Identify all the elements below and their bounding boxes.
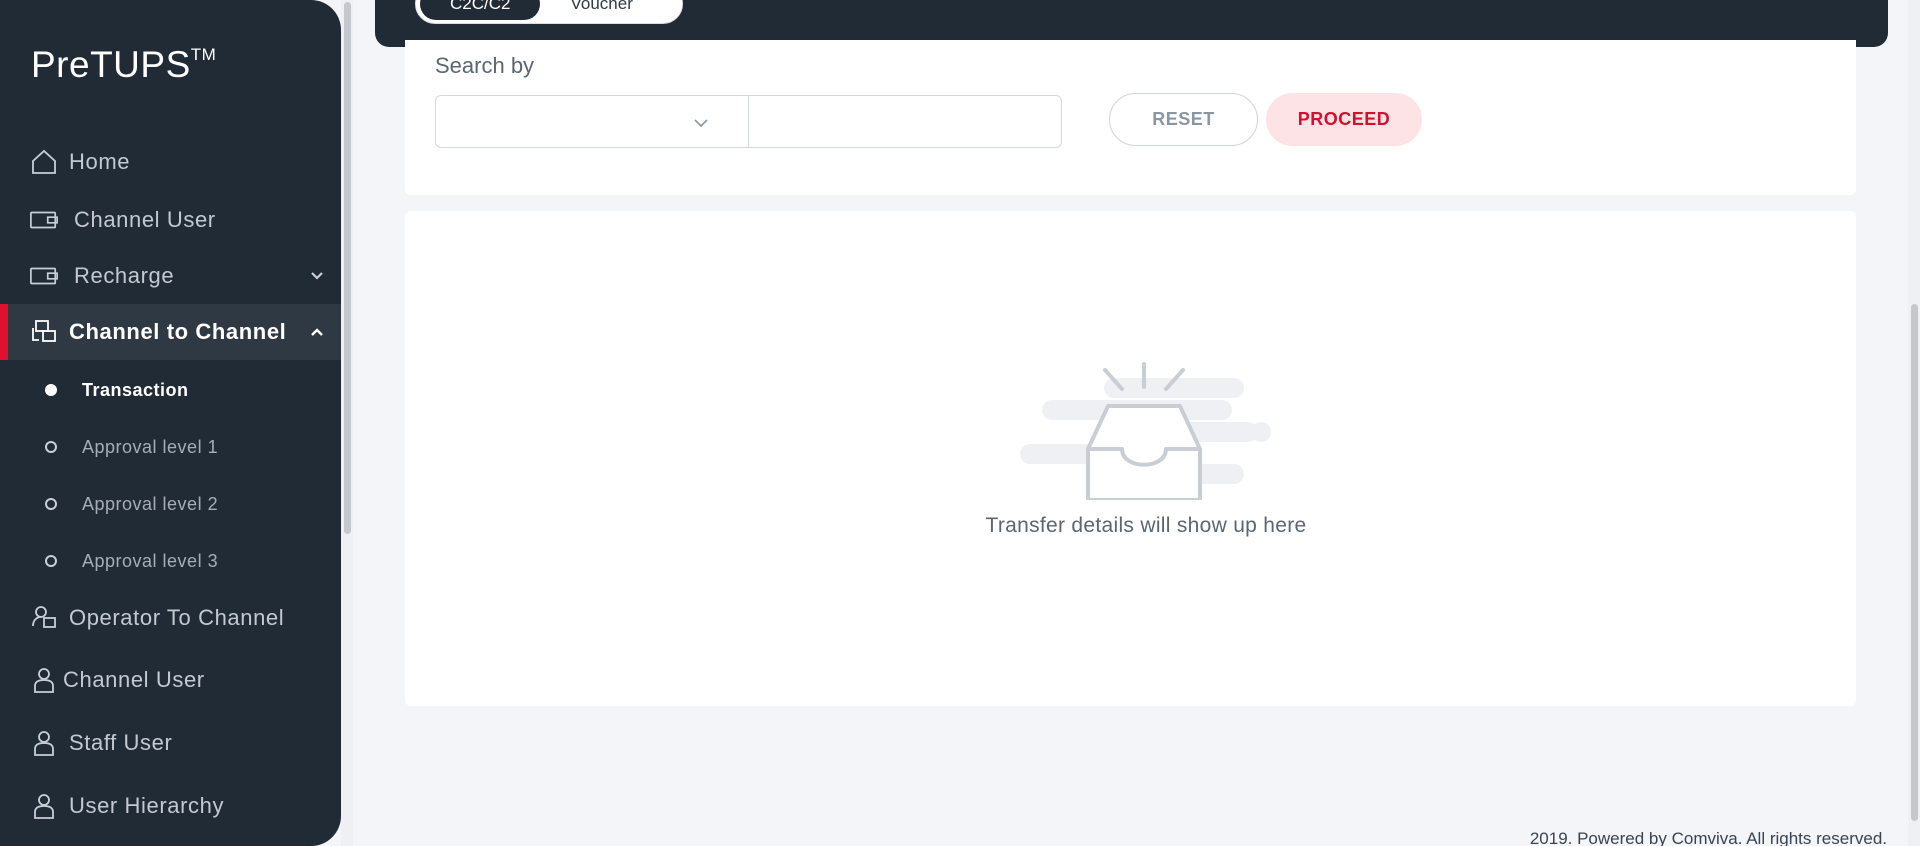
sidebar-item-label: Staff User	[69, 730, 173, 755]
search-by-label: Search by	[435, 53, 535, 78]
sidebar-item-label: Channel User	[74, 207, 216, 232]
brand-trademark: TM	[190, 44, 217, 64]
empty-state-message: Transfer details will show up here	[985, 514, 1307, 537]
sidebar-item-channel-user[interactable]: Channel User	[0, 192, 341, 248]
toggle-option-c2c[interactable]: C2C/C2	[420, 0, 541, 20]
brand-name: PreTUPS	[31, 44, 191, 85]
operator-transfer-icon	[29, 603, 59, 633]
user-icon	[29, 665, 59, 695]
sidebar-item-label: User Hierarchy	[69, 793, 225, 818]
sidebar-item-home[interactable]: Home	[0, 134, 341, 190]
sidebar-item-channel-to-channel[interactable]: Channel to Channel	[0, 304, 341, 360]
wallet-icon	[29, 261, 59, 291]
sidebar-subitem-label: Transaction	[82, 379, 189, 400]
sidebar-subitem-label: Approval level 1	[82, 436, 219, 457]
sidebar: PreTUPSTM Home Channel User Recharge Cha…	[0, 0, 341, 846]
chevron-down-icon	[692, 114, 710, 132]
sidebar-item-user-hierarchy[interactable]: User Hierarchy	[0, 778, 341, 834]
user-icon	[29, 791, 59, 821]
bullet-icon	[45, 555, 57, 567]
sidebar-scrollbar-thumb[interactable]	[344, 2, 351, 534]
sidebar-item-label: Operator To Channel	[69, 605, 285, 630]
bullet-icon	[45, 441, 57, 453]
sidebar-subitem-approval-level-2[interactable]: Approval level 2	[0, 484, 341, 524]
sidebar-item-operator-to-channel[interactable]: Operator To Channel	[0, 590, 341, 646]
brand-logo[interactable]: PreTUPSTM	[31, 44, 216, 86]
wallet-icon	[29, 205, 59, 235]
chevron-up-icon	[309, 324, 325, 340]
sidebar-item-staff-user[interactable]: Staff User	[0, 715, 341, 771]
bullet-icon	[45, 384, 57, 396]
sidebar-item-label: Recharge	[74, 263, 175, 288]
transfer-icon	[29, 317, 59, 347]
empty-inbox-icon	[1018, 358, 1276, 502]
home-icon	[29, 147, 59, 177]
sidebar-subitem-label: Approval level 2	[82, 493, 219, 514]
sidebar-item-label: Home	[69, 149, 131, 174]
bullet-icon	[45, 498, 57, 510]
footer-copyright: 2019. Powered by Comviva. All rights res…	[1529, 829, 1887, 846]
search-input[interactable]	[748, 95, 1062, 148]
reset-button[interactable]: RESET	[1109, 93, 1258, 146]
sidebar-subitem-approval-level-1[interactable]: Approval level 1	[0, 427, 341, 467]
chevron-down-icon	[309, 268, 325, 284]
sidebar-item-label: Channel User	[63, 667, 205, 692]
sidebar-item-label: Channel to Channel	[69, 319, 287, 344]
sidebar-item-recharge[interactable]: Recharge	[0, 248, 341, 304]
sidebar-subitem-transaction[interactable]: Transaction	[0, 370, 341, 410]
search-by-select[interactable]	[435, 95, 749, 148]
sidebar-subitem-label: Approval level 3	[82, 550, 219, 571]
sidebar-subitem-approval-level-3[interactable]: Approval level 3	[0, 541, 341, 581]
user-icon	[29, 728, 59, 758]
proceed-button[interactable]: PROCEED	[1266, 93, 1422, 146]
page-scrollbar-thumb[interactable]	[1911, 304, 1918, 821]
transfer-type-toggle: C2C/C2 Voucher	[415, 0, 683, 24]
sidebar-item-channel-user-2[interactable]: Channel User	[0, 652, 341, 708]
toggle-option-voucher[interactable]: Voucher	[540, 0, 662, 20]
